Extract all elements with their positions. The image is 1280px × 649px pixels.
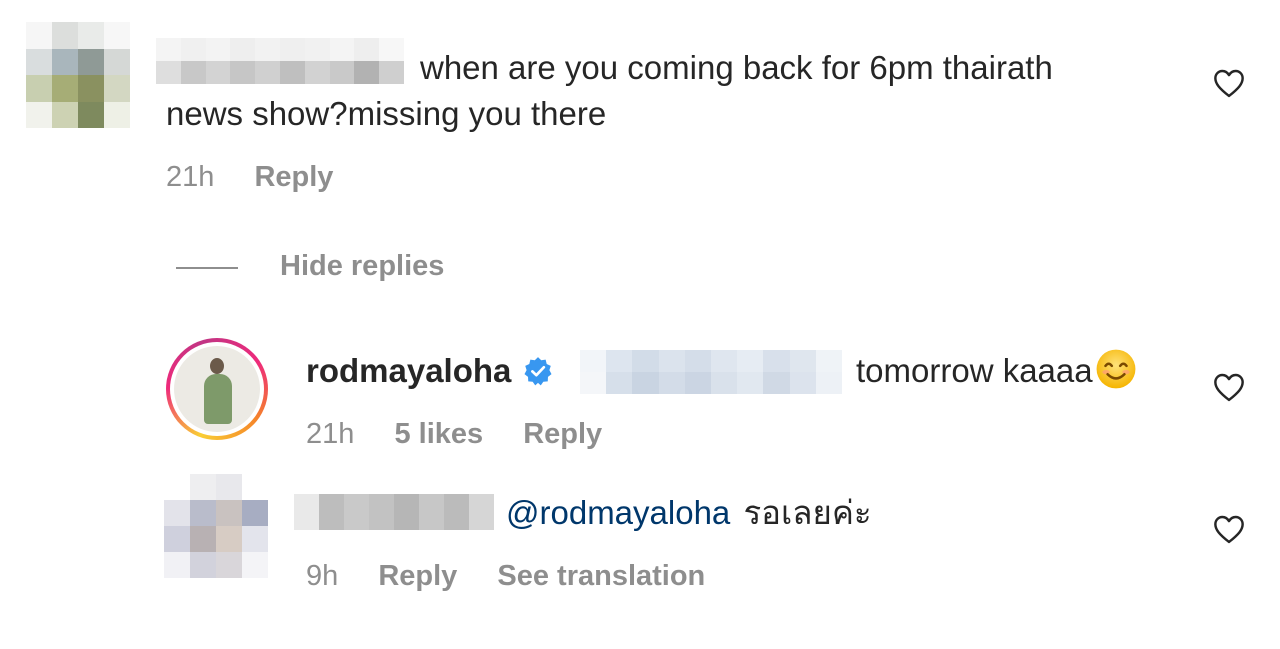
- reply-button[interactable]: Reply: [523, 418, 602, 450]
- reply1-line: rodmayaloha: [306, 348, 559, 394]
- reply-username[interactable]: rodmayaloha: [306, 352, 511, 389]
- heart-icon[interactable]: [1212, 514, 1246, 544]
- mention-blurred[interactable]: [580, 350, 842, 394]
- reply1-text-line: tomorrow kaaaa: [856, 348, 1137, 394]
- reply-timestamp[interactable]: 21h: [306, 418, 354, 450]
- reply-timestamp[interactable]: 9h: [306, 560, 338, 592]
- reply-button[interactable]: Reply: [254, 161, 333, 193]
- verified-badge-icon: [524, 357, 552, 386]
- story-ring[interactable]: [166, 338, 268, 440]
- reply2-meta: 9h Reply See translation: [306, 560, 737, 593]
- comment-text-line2: news show?missing you there: [166, 95, 607, 132]
- reply-button[interactable]: Reply: [378, 560, 457, 592]
- avatar-blurred[interactable]: [26, 22, 130, 128]
- username-blurred[interactable]: [156, 38, 404, 84]
- hide-replies-divider: [176, 267, 238, 269]
- comment-meta: 21h Reply: [166, 161, 365, 194]
- avatar-figure-head: [210, 358, 224, 374]
- reply-text: รอเลยค่ะ: [743, 494, 872, 531]
- reply-text: tomorrow kaaaa: [856, 352, 1093, 389]
- smiling-face-emoji: [1096, 349, 1136, 389]
- hide-replies-button[interactable]: Hide replies: [280, 250, 444, 283]
- see-translation-button[interactable]: See translation: [497, 560, 705, 592]
- likes-count[interactable]: 5 likes: [394, 418, 483, 450]
- heart-icon[interactable]: [1212, 372, 1246, 402]
- comment-text-line1: when are you coming back for 6pm thairat…: [420, 49, 1053, 86]
- avatar: [174, 346, 260, 432]
- heart-icon[interactable]: [1212, 68, 1246, 98]
- mention-link[interactable]: @rodmayaloha: [506, 494, 730, 531]
- reply1-meta: 21h 5 likes Reply: [306, 418, 634, 451]
- avatar-blurred[interactable]: [164, 474, 268, 578]
- avatar-figure-body: [204, 374, 232, 424]
- comment-timestamp[interactable]: 21h: [166, 161, 214, 193]
- reply2-line: @rodmayaloha รอเลยค่ะ: [506, 490, 872, 536]
- username-blurred[interactable]: [294, 494, 494, 530]
